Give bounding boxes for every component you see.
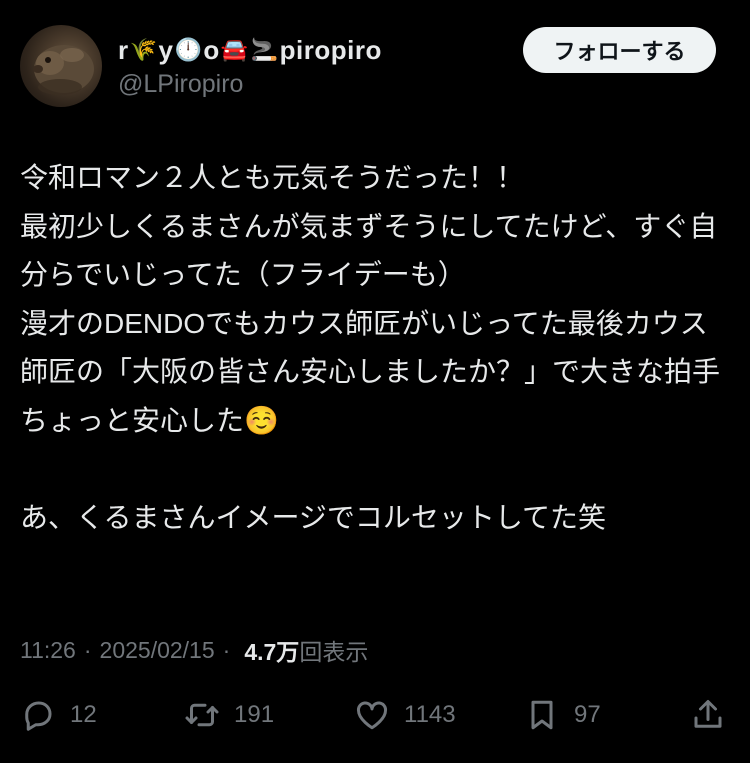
share-button[interactable]: [690, 690, 726, 740]
retweet-count: 191: [234, 701, 275, 728]
tweet-meta: 11:26 · 2025/02/15 · 4.7万 回表示: [20, 633, 368, 667]
bookmark-icon: [524, 697, 560, 733]
meta-separator: ·: [222, 636, 231, 663]
tweet-date[interactable]: 2025/02/15: [100, 637, 215, 664]
like-button[interactable]: 1143: [354, 690, 456, 740]
retweet-icon: [184, 697, 220, 733]
reply-button[interactable]: 12: [20, 690, 97, 740]
cigarette-emoji: 🚬: [250, 37, 279, 62]
follow-button[interactable]: フォローする: [523, 27, 716, 73]
display-name-part: o: [203, 34, 220, 65]
tweet-header: r 🌾 y 🕛 o 🚘 🚬 piropiro @LPiropiro フォローする: [0, 0, 750, 120]
tweet-text: 令和ロマン２人とも元気そうだった！！ 最初少しくるまさんが気まずそうにしてたけど…: [20, 162, 721, 533]
heart-icon: [354, 697, 390, 733]
views-count[interactable]: 4.7万: [244, 633, 299, 667]
clock-emoji: 🕛: [174, 37, 203, 62]
meta-separator: ·: [83, 636, 92, 663]
display-name-part: y: [158, 34, 174, 65]
action-bar: 12 191 1143 97: [0, 690, 750, 740]
tweet-time[interactable]: 11:26: [20, 637, 76, 664]
reply-icon: [20, 697, 56, 733]
car-emoji: 🚘: [220, 37, 249, 62]
rice-emoji: 🌾: [129, 37, 158, 62]
display-name-part: piropiro: [279, 34, 382, 65]
bookmark-button[interactable]: 97: [524, 690, 601, 740]
views-label: 回表示: [299, 639, 369, 665]
avatar-image: [33, 45, 94, 95]
display-name[interactable]: r 🌾 y 🕛 o 🚘 🚬 piropiro: [118, 32, 382, 68]
like-count: 1143: [404, 701, 456, 728]
reply-count: 12: [70, 701, 97, 728]
user-handle[interactable]: @LPiropiro: [118, 70, 243, 99]
retweet-button[interactable]: 191: [184, 690, 274, 740]
share-icon: [690, 697, 726, 733]
bookmark-count: 97: [574, 701, 601, 728]
avatar[interactable]: [20, 25, 102, 107]
display-name-part: r: [118, 34, 129, 65]
